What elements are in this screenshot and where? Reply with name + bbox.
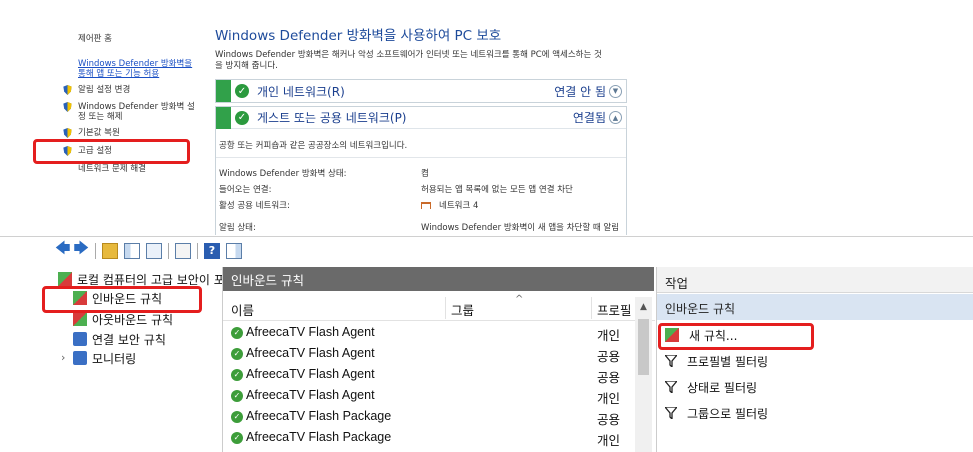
- active-network: 네트워크 4: [421, 199, 478, 211]
- firewall-icon: [58, 272, 72, 286]
- center-pane: 인바운드 규칙 이름 그룹 ^ 프로필 ▲ ✓ AfreecaTV Flash A…: [222, 267, 655, 452]
- public-network-panel: ✓ 게스트 또는 공용 네트워크(P) 연결됨 ▲ 공항 또는 커피숍과 같은 …: [215, 106, 627, 235]
- allow-rule-icon: ✓: [231, 326, 243, 339]
- detail-label: 알림 상태:: [219, 223, 256, 233]
- detail-label: 활성 공용 네트워크:: [219, 201, 290, 211]
- highlight-new-rule: [658, 323, 814, 350]
- rule-profile: 공용: [597, 350, 621, 364]
- table-row[interactable]: ✓ AfreecaTV Flash Agent 개인: [223, 323, 633, 344]
- funnel-icon: [665, 381, 677, 393]
- properties-icon[interactable]: [146, 242, 162, 259]
- rule-profile: 개인: [597, 329, 621, 343]
- highlight-inbound-rules: [42, 286, 202, 313]
- shield-icon: [63, 102, 72, 112]
- chevron-up-icon[interactable]: ▲: [609, 111, 622, 124]
- public-network-status: 연결됨: [572, 111, 606, 125]
- shield-icon: [63, 85, 72, 95]
- tree-monitoring[interactable]: 모니터링: [73, 348, 136, 368]
- rule-name: AfreecaTV Flash Package: [246, 409, 392, 423]
- table-row[interactable]: ✓ AfreecaTV Flash Agent 공용: [223, 365, 633, 386]
- sidebar-troubleshoot[interactable]: 네트워크 문제 해결: [78, 164, 146, 174]
- rule-profile: 개인: [597, 434, 621, 448]
- allow-rule-icon: ✓: [231, 431, 243, 444]
- public-network-header[interactable]: ✓ 게스트 또는 공용 네트워크(P) 연결됨 ▲: [216, 106, 626, 129]
- rule-name: AfreecaTV Flash Agent: [246, 325, 375, 339]
- show-action-pane-icon[interactable]: [226, 242, 242, 259]
- highlight-advanced-settings: [33, 139, 190, 164]
- filter-by-group-action[interactable]: 그룹으로 필터링: [665, 400, 768, 426]
- rule-name: AfreecaTV Flash Agent: [246, 346, 375, 360]
- rule-profile: 개인: [597, 392, 621, 406]
- actions-section[interactable]: 인바운드 규칙: [657, 294, 973, 320]
- detail-label: Windows Defender 방화벽 상태:: [219, 169, 347, 179]
- detail-value: 켬: [421, 169, 429, 179]
- public-network-description: 공항 또는 커피숍과 같은 공공장소의 네트워크입니다.: [219, 141, 408, 151]
- sidebar-restore-defaults[interactable]: 기본값 복원: [63, 128, 120, 138]
- private-network-name: 개인 네트워크(R): [257, 84, 345, 99]
- shield-icon: [63, 128, 72, 138]
- public-network-name: 게스트 또는 공용 네트워크(P): [257, 111, 407, 125]
- mmc-toolbar: 🡄 🡆 ?: [0, 236, 973, 264]
- actions-pane: 작업 인바운드 규칙 새 규칙... 프로필별 필터링 상태로 필터링 그룹으로…: [656, 267, 973, 452]
- private-network-status: 연결 안 됨: [554, 84, 606, 99]
- tree-connection-security[interactable]: 연결 보안 규칙: [73, 329, 166, 349]
- allow-rule-icon: ✓: [231, 368, 243, 381]
- chevron-down-icon[interactable]: ▼: [609, 84, 622, 98]
- rule-name: AfreecaTV Flash Package: [246, 430, 392, 444]
- allow-rule-icon: ✓: [231, 410, 243, 423]
- sidebar-toggle-firewall[interactable]: Windows Defender 방화벽 설 정 또는 해제: [63, 102, 195, 122]
- rule-profile: 공용: [597, 413, 621, 427]
- forward-arrow-icon[interactable]: 🡆: [74, 238, 90, 263]
- help-icon[interactable]: ?: [204, 242, 220, 259]
- allow-rule-icon: ✓: [231, 347, 243, 360]
- detail-value: Windows Defender 방화벽이 새 앱을 차단할 때 알림: [421, 223, 620, 233]
- check-shield-icon: ✓: [235, 84, 249, 98]
- funnel-icon: [665, 355, 677, 367]
- export-list-icon[interactable]: [175, 242, 191, 259]
- table-row[interactable]: ✓ AfreecaTV Flash Package 개인: [223, 428, 633, 449]
- table-row[interactable]: ✓ AfreecaTV Flash Package 공용: [223, 407, 633, 428]
- rule-name: AfreecaTV Flash Agent: [246, 388, 375, 402]
- network-bench-icon: [421, 201, 431, 209]
- detail-label: 들어오는 연결:: [219, 185, 272, 195]
- table-row[interactable]: ✓ AfreecaTV Flash Agent 공용: [223, 344, 633, 365]
- column-name[interactable]: 이름: [231, 300, 254, 319]
- sidebar-home[interactable]: 제어판 홈: [78, 34, 112, 44]
- sidebar-allow-app-link[interactable]: Windows Defender 방화벽을 통해 앱 또는 기능 허용: [78, 59, 192, 79]
- back-arrow-icon[interactable]: 🡄: [55, 238, 71, 263]
- expand-chevron-icon[interactable]: ›: [61, 351, 65, 364]
- outbound-rules-icon: [73, 312, 87, 326]
- filter-by-state-action[interactable]: 상태로 필터링: [665, 374, 757, 400]
- rule-profile: 공용: [597, 371, 621, 385]
- actions-header: 작업: [657, 267, 973, 293]
- page-description: Windows Defender 방화벽은 해커나 악성 소프트웨어가 인터넷 …: [215, 50, 602, 71]
- scrollbar-thumb[interactable]: [638, 319, 649, 375]
- check-shield-icon: ✓: [235, 110, 249, 125]
- vertical-scrollbar[interactable]: ▲: [635, 297, 652, 452]
- center-pane-header: 인바운드 규칙: [223, 267, 654, 291]
- up-folder-icon[interactable]: [102, 242, 118, 259]
- filter-by-profile-action[interactable]: 프로필별 필터링: [665, 348, 768, 374]
- funnel-icon: [665, 407, 677, 419]
- scroll-up-arrow[interactable]: ▲: [635, 302, 652, 312]
- column-profile[interactable]: 프로필: [597, 300, 632, 319]
- sort-up-icon: ^: [515, 294, 524, 305]
- monitoring-icon: [73, 351, 87, 365]
- allow-rule-icon: ✓: [231, 389, 243, 402]
- show-hide-tree-icon[interactable]: [124, 242, 140, 259]
- connection-security-icon: [73, 332, 87, 346]
- rule-name: AfreecaTV Flash Agent: [246, 367, 375, 381]
- control-panel-area: 제어판 홈 Windows Defender 방화벽을 통해 앱 또는 기능 허…: [0, 0, 650, 235]
- column-group[interactable]: 그룹: [451, 300, 474, 319]
- sidebar-notify-settings[interactable]: 알림 설정 변경: [63, 85, 130, 95]
- detail-value: 허용되는 앱 목록에 없는 모든 앱 연결 차단: [421, 185, 573, 195]
- page-title: Windows Defender 방화벽을 사용하여 PC 보호: [215, 28, 502, 44]
- table-row[interactable]: ✓ AfreecaTV Flash Agent 개인: [223, 386, 633, 407]
- column-headers: 이름 그룹 ^ 프로필: [223, 294, 655, 321]
- private-network-panel[interactable]: ✓ 개인 네트워크(R) 연결 안 됨 ▼: [215, 79, 627, 103]
